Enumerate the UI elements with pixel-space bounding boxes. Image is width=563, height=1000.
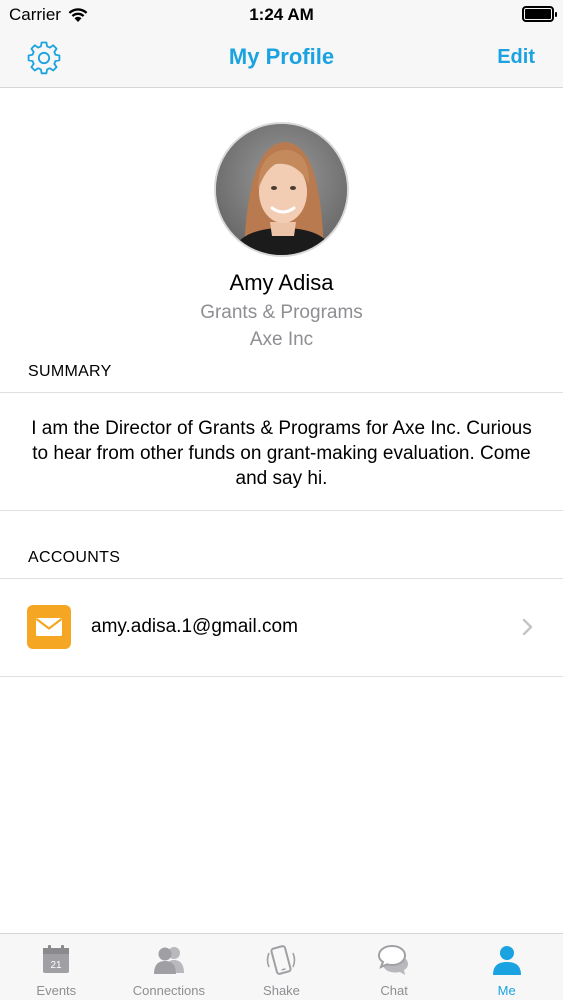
profile-company: Axe Inc <box>249 329 314 350</box>
account-email: amy.adisa.1@gmail.com <box>91 616 298 637</box>
tab-shake[interactable]: Shake <box>225 934 338 1000</box>
shake-phone-icon <box>267 945 296 975</box>
tab-label: Me <box>497 983 516 998</box>
tab-events[interactable]: 21 Events <box>0 934 113 1000</box>
tab-label: Connections <box>132 983 206 998</box>
gear-icon <box>27 41 61 75</box>
divider <box>0 510 563 511</box>
tab-me[interactable]: Me <box>450 934 563 1000</box>
summary-header: SUMMARY <box>28 363 112 380</box>
accounts-header: ACCOUNTS <box>28 549 121 566</box>
settings-button[interactable] <box>26 40 62 76</box>
divider <box>0 392 563 393</box>
summary-text: I am the Director of Grants & Programs f… <box>31 418 532 489</box>
person-icon <box>492 946 521 975</box>
chevron-right-icon <box>522 618 533 636</box>
battery-icon <box>522 6 557 22</box>
profile-role: Grants & Programs <box>200 302 363 323</box>
tab-chat[interactable]: Chat <box>338 934 451 1000</box>
avatar <box>214 122 349 257</box>
tab-label: Shake <box>263 983 300 998</box>
tab-label: Chat <box>380 983 408 998</box>
edit-button[interactable]: Edit <box>497 46 535 69</box>
calendar-icon: 21 <box>43 945 70 973</box>
profile-photo <box>216 124 347 255</box>
nav-bar: My Profile Edit <box>0 30 563 88</box>
tab-connections[interactable]: Connections <box>113 934 226 1000</box>
mail-icon <box>27 605 71 649</box>
page-title: My Profile <box>228 44 335 69</box>
status-bar: Carrier 1:24 AM <box>0 0 563 30</box>
calendar-day: 21 <box>51 960 63 971</box>
status-time: 1:24 AM <box>249 5 314 24</box>
chat-bubbles-icon <box>378 944 409 975</box>
tab-bar: 21 Events Connections Shake Chat Me <box>0 933 563 1000</box>
people-icon <box>153 947 184 974</box>
tab-label: Events <box>36 983 77 998</box>
divider <box>0 676 563 677</box>
profile-name: Amy Adisa <box>229 270 334 295</box>
account-row-email[interactable]: amy.adisa.1@gmail.com <box>0 579 563 676</box>
